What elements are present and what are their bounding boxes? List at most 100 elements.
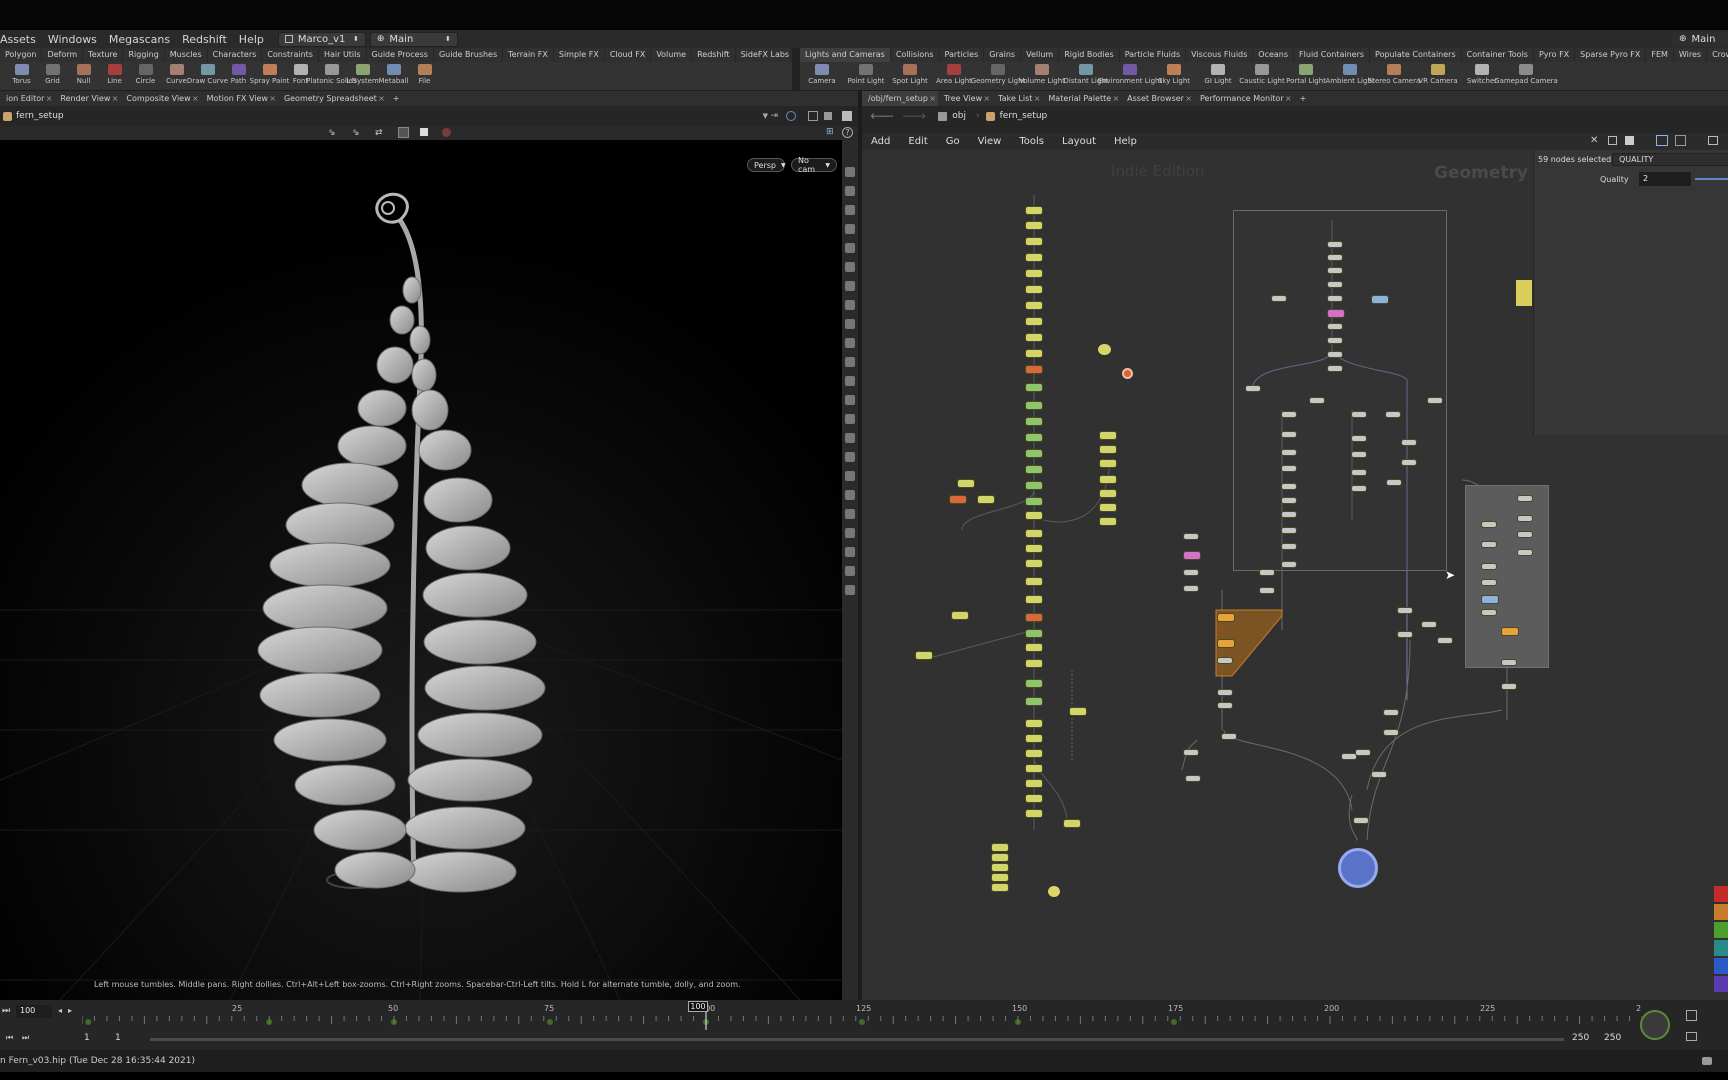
pane-tab-tree-view[interactable]: Tree View × xyxy=(938,91,992,106)
extrude-tool-icon[interactable] xyxy=(845,509,855,519)
keyframe-marker[interactable] xyxy=(391,1019,397,1025)
sop-node-5[interactable] xyxy=(1026,286,1042,293)
sop-node-40[interactable] xyxy=(958,480,974,487)
sop-node-26[interactable] xyxy=(1026,630,1042,637)
menu-megascans[interactable]: Megascans xyxy=(103,33,176,46)
shelf-tab-sparse-pyro-fx[interactable]: Sparse Pyro FX xyxy=(1575,48,1647,62)
mid-node-12[interactable] xyxy=(1184,750,1198,755)
sop-node-6[interactable] xyxy=(1026,302,1042,309)
tool-point-light[interactable]: Point Light xyxy=(844,62,888,85)
keyframe-marker[interactable] xyxy=(1171,1019,1177,1025)
tool-camera[interactable]: Camera xyxy=(800,62,844,85)
sop-node-30[interactable] xyxy=(1026,698,1042,705)
menu-windows[interactable]: Windows xyxy=(42,33,103,46)
tool-draw-curve[interactable]: Draw Curve xyxy=(187,62,228,85)
bevel-tool-icon[interactable] xyxy=(845,528,855,538)
tool-null[interactable]: Null xyxy=(68,62,99,85)
sticky-note[interactable] xyxy=(1516,280,1532,306)
net-menu-layout[interactable]: Layout xyxy=(1053,136,1105,147)
tool-caustic-light[interactable]: Caustic Light xyxy=(1239,62,1285,85)
box2-node-2[interactable] xyxy=(1482,564,1496,569)
sop-node-0[interactable] xyxy=(1026,207,1042,214)
quality-field[interactable]: 2 xyxy=(1639,172,1691,186)
pose-tool-icon[interactable] xyxy=(845,300,855,310)
network-path-node[interactable]: fern_setup xyxy=(1000,111,1048,121)
mid-node-14[interactable] xyxy=(1398,608,1412,613)
grid-icon[interactable] xyxy=(808,111,818,121)
grey-node-31[interactable] xyxy=(1402,440,1416,445)
shelf-tab-guide-brushes[interactable]: Guide Brushes xyxy=(434,48,504,62)
tool-sky-light[interactable]: Sky Light xyxy=(1152,62,1196,85)
pane-tab-asset-browser[interactable]: Asset Browser × xyxy=(1121,91,1194,106)
mid-node-7[interactable] xyxy=(1218,640,1234,647)
close-tab-icon[interactable]: × xyxy=(112,91,119,106)
menu-redshift[interactable]: Redshift xyxy=(176,33,233,46)
merge-node-bottom[interactable] xyxy=(1048,886,1060,897)
shelf-tab-crowds[interactable]: Crowds xyxy=(1707,48,1728,62)
grey-node-2[interactable] xyxy=(1328,268,1342,273)
quality-slider[interactable] xyxy=(1695,178,1728,180)
mid-node-2[interactable] xyxy=(1184,570,1198,575)
mid-node-4[interactable] xyxy=(1260,570,1274,575)
measure-tool-icon[interactable] xyxy=(845,452,855,462)
shelf-tab-container-tools[interactable]: Container Tools xyxy=(1462,48,1534,62)
sop-node-25[interactable] xyxy=(1026,614,1042,621)
sop-node-39[interactable] xyxy=(1064,820,1080,827)
add-pane-tab-icon[interactable]: + xyxy=(387,91,410,106)
grey-node-3[interactable] xyxy=(1328,282,1342,287)
keyframe-marker[interactable] xyxy=(85,1019,92,1025)
pane-tab-ion-editor[interactable]: ion Editor × xyxy=(0,91,54,106)
close-tab-icon[interactable]: × xyxy=(1034,91,1041,106)
right-context-selector[interactable]: ⊕ Main xyxy=(1672,31,1728,47)
shelf-tab-fluid-containers[interactable]: Fluid Containers xyxy=(1294,48,1371,62)
range-start-field-2[interactable]: 1 xyxy=(115,1033,121,1043)
tool-metaball[interactable]: Metaball xyxy=(378,62,409,85)
net-menu-view[interactable]: View xyxy=(969,136,1011,147)
mid-node-1[interactable] xyxy=(1184,552,1200,559)
tool-ambient-light[interactable]: Ambient Light xyxy=(1325,62,1375,85)
grey-node-22[interactable] xyxy=(1282,562,1296,567)
sop-node-55[interactable] xyxy=(992,874,1008,881)
sop-node-35[interactable] xyxy=(1026,780,1042,787)
grey-node-24[interactable] xyxy=(1352,412,1366,417)
red-circle-node[interactable] xyxy=(1122,368,1133,379)
realtime-button[interactable] xyxy=(1640,1010,1670,1040)
sop-node-38[interactable] xyxy=(1070,708,1086,715)
shelf-tab-characters[interactable]: Characters xyxy=(208,48,263,62)
brush-tool-icon[interactable] xyxy=(845,433,855,443)
paint-tool-icon[interactable] xyxy=(845,414,855,424)
sop-node-42[interactable] xyxy=(978,496,994,503)
sop-node-24[interactable] xyxy=(1026,596,1042,603)
shelf-tab-populate-containers[interactable]: Populate Containers xyxy=(1370,48,1462,62)
grey-node-14[interactable] xyxy=(1282,432,1296,437)
sop-node-27[interactable] xyxy=(1026,644,1042,651)
box2-node-11[interactable] xyxy=(1502,660,1516,665)
persp-menu[interactable]: Persp ▼ xyxy=(747,158,786,172)
sop-node-32[interactable] xyxy=(1026,735,1042,742)
box2-node-7[interactable] xyxy=(1518,516,1532,521)
tree-icon[interactable] xyxy=(1608,136,1617,145)
keyframe-marker[interactable] xyxy=(266,1019,273,1025)
shelf-tab-lights-and-cameras[interactable]: Lights and Cameras xyxy=(800,48,891,62)
box2-node-4[interactable] xyxy=(1482,596,1498,603)
tool-platonic-solids[interactable]: Platonic Solids xyxy=(306,62,357,85)
pane-tab-motion-fx-view[interactable]: Motion FX View × xyxy=(201,91,278,106)
tool-l-system[interactable]: L-System xyxy=(346,62,379,85)
light-tool-icon[interactable] xyxy=(845,243,855,253)
grey-node-21[interactable] xyxy=(1282,544,1296,549)
sop-node-19[interactable] xyxy=(1026,512,1042,519)
net-menu-add[interactable]: Add xyxy=(862,136,899,147)
box2-node-8[interactable] xyxy=(1518,532,1532,537)
grey-node-27[interactable] xyxy=(1352,470,1366,475)
sop-node-36[interactable] xyxy=(1026,795,1042,802)
color-swatch-teal[interactable] xyxy=(1714,940,1728,956)
sop-node-18[interactable] xyxy=(1026,498,1042,505)
grey-node-7[interactable] xyxy=(1328,338,1342,343)
menu-help[interactable]: Help xyxy=(233,33,270,46)
net-menu-tools[interactable]: Tools xyxy=(1010,136,1053,147)
pane-tab-render-view[interactable]: Render View × xyxy=(54,91,120,106)
point-tool-icon[interactable] xyxy=(845,319,855,329)
link-icon[interactable] xyxy=(786,111,796,121)
sop-node-53[interactable] xyxy=(992,854,1008,861)
mid-node-10[interactable] xyxy=(1218,703,1232,708)
